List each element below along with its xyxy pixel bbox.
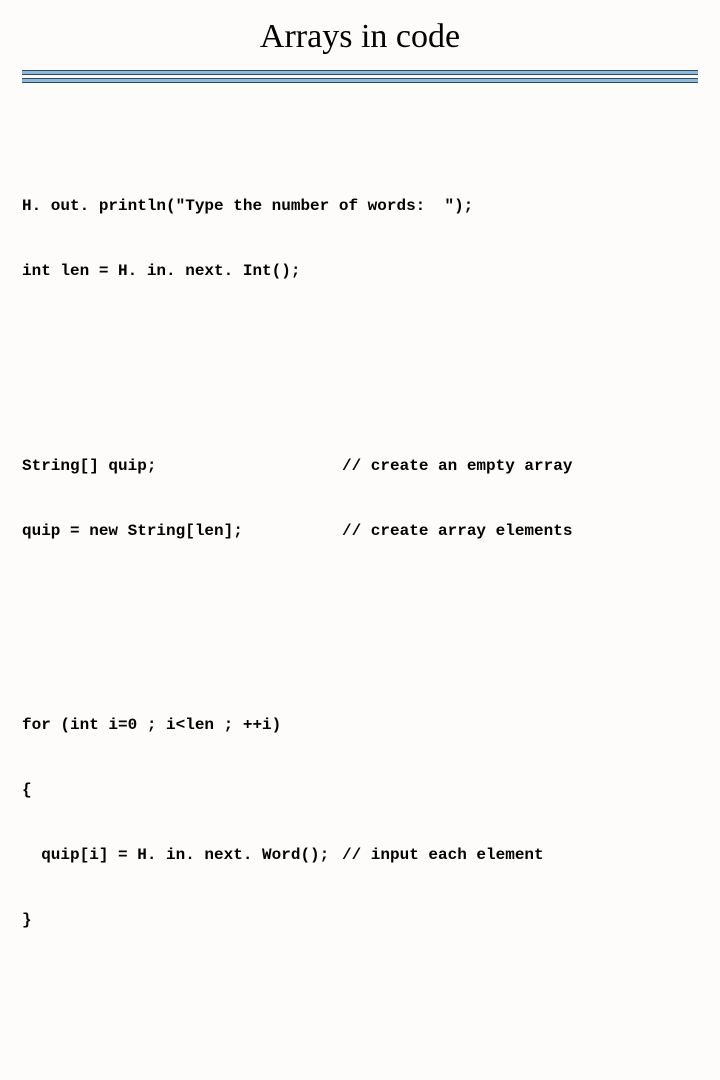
divider-group xyxy=(0,70,720,83)
code-line: int len = H. in. next. Int(); xyxy=(22,261,698,283)
page-title: Arrays in code xyxy=(0,0,720,70)
divider xyxy=(22,78,698,83)
code-line: quip = new String[len]; // create array … xyxy=(22,521,698,543)
code-block-1: H. out. println("Type the number of word… xyxy=(22,153,698,326)
code-line: } xyxy=(22,910,698,932)
divider xyxy=(22,70,698,75)
code-left: quip = new String[len]; xyxy=(22,521,342,543)
code-left: String[] quip; xyxy=(22,456,342,478)
code-block-2: String[] quip; // create an empty array … xyxy=(22,413,698,586)
code-line: quip[i] = H. in. next. Word(); // input … xyxy=(22,845,698,867)
code-line: String[] quip; // create an empty array xyxy=(22,456,698,478)
code-line: H. out. println("Type the number of word… xyxy=(22,196,698,218)
code-block-3: for (int i=0 ; i<len ; ++i) { quip[i] = … xyxy=(22,672,698,974)
code-comment: // create an empty array xyxy=(342,456,698,478)
code-left: quip[i] = H. in. next. Word(); xyxy=(22,845,342,867)
code-block-4: // now print them out in reverse order… xyxy=(22,1061,698,1080)
code-comment: // create array elements xyxy=(342,521,698,543)
code-line: for (int i=0 ; i<len ; ++i) xyxy=(22,715,698,737)
code-comment: // input each element xyxy=(342,845,698,867)
code-area: H. out. println("Type the number of word… xyxy=(0,86,720,1080)
code-line: { xyxy=(22,780,698,802)
